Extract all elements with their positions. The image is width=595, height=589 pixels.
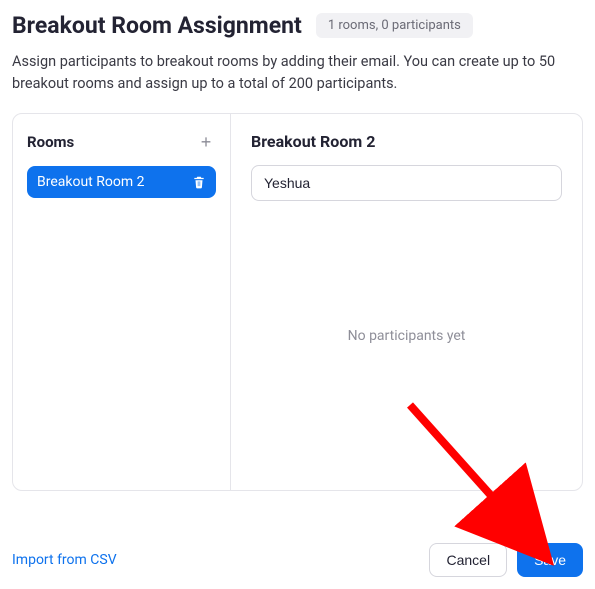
- room-item[interactable]: Breakout Room 2: [27, 166, 216, 198]
- page-title: Breakout Room Assignment: [12, 12, 302, 39]
- rooms-sidebar: Rooms + Breakout Room 2: [13, 114, 231, 490]
- footer: Import from CSV Cancel Save: [12, 543, 583, 577]
- import-csv-link[interactable]: Import from CSV: [12, 552, 117, 568]
- status-badge: 1 rooms, 0 participants: [316, 13, 473, 38]
- empty-state: No participants yet: [251, 201, 562, 472]
- plus-icon: +: [201, 132, 212, 152]
- rooms-heading: Rooms: [27, 133, 74, 151]
- cancel-button[interactable]: Cancel: [429, 543, 507, 577]
- participant-input[interactable]: [251, 165, 562, 201]
- assignment-panel: Rooms + Breakout Room 2 Breakout Room 2 …: [12, 113, 583, 491]
- empty-state-text: No participants yet: [348, 328, 466, 344]
- save-button[interactable]: Save: [517, 543, 583, 577]
- room-detail-title: Breakout Room 2: [251, 132, 562, 151]
- description-text: Assign participants to breakout rooms by…: [12, 51, 583, 95]
- delete-room-button[interactable]: [192, 175, 206, 189]
- trash-icon: [192, 175, 206, 189]
- room-detail: Breakout Room 2 No participants yet: [231, 114, 582, 490]
- add-room-button[interactable]: +: [196, 132, 216, 152]
- room-item-label: Breakout Room 2: [37, 174, 144, 190]
